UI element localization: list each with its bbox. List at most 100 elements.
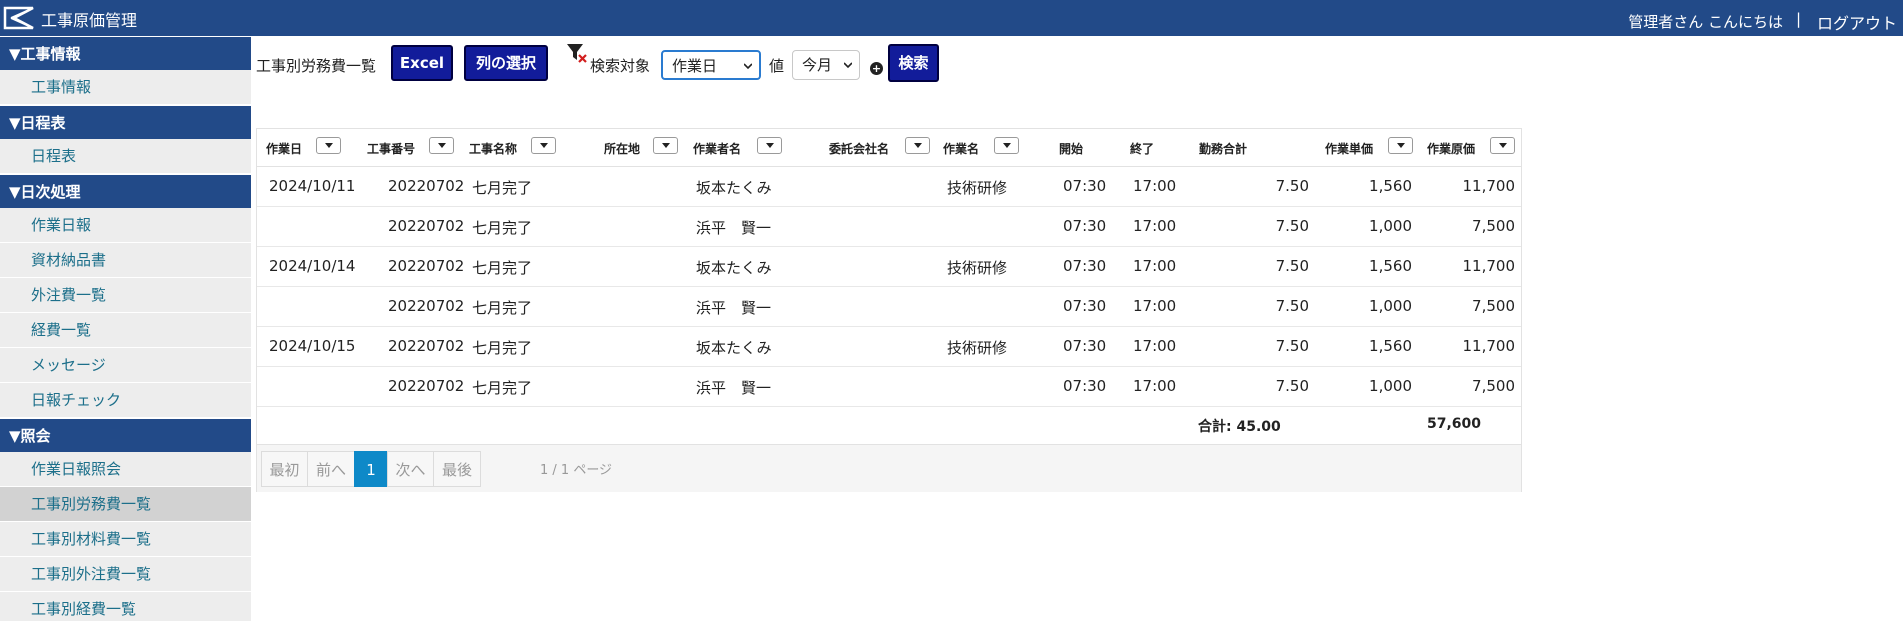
cell-worker: 浜平 賢一 [696,299,772,317]
cell-hours: 7.50 [1275,257,1309,275]
app-title: 工事原価管理 [41,11,138,30]
sidebar-section-daily-processing[interactable]: ▼日次処理 [0,174,251,208]
table-row[interactable]: 2024/10/14 20220702 七月完了 坂本たくみ 技術研修 07:3… [257,247,1521,287]
column-header-location[interactable]: 所在地 [604,140,640,157]
sidebar-item-material-delivery[interactable]: 資材納品書 [0,243,251,278]
sidebar-item-construction-info[interactable]: 工事情報 [0,70,251,105]
cell-end: 17:00 [1133,297,1177,315]
table-row[interactable]: 20220702 七月完了 浜平 賢一 07:30 17:00 7.50 1,0… [257,367,1521,407]
sidebar-item-report-check[interactable]: 日報チェック [0,383,251,418]
sidebar-item-expense-cost-list[interactable]: 工事別経費一覧 [0,592,251,621]
column-header-unit-price[interactable]: 作業単価 [1325,140,1373,157]
column-filter-button[interactable] [531,137,556,154]
cell-unit-price: 1,000 [1369,297,1412,315]
sidebar-item-material-cost-list[interactable]: 工事別材料費一覧 [0,522,251,557]
column-header-date[interactable]: 作業日 [266,140,302,157]
column-filter-button[interactable] [994,137,1019,154]
column-filter-button[interactable] [905,137,930,154]
table-row[interactable]: 2024/10/11 20220702 七月完了 坂本たくみ 技術研修 07:3… [257,167,1521,207]
cell-worker: 浜平 賢一 [696,219,772,237]
column-header-company[interactable]: 委託会社名 [829,140,889,157]
cell-task: 技術研修 [947,259,1008,277]
cell-hours: 7.50 [1275,337,1309,355]
column-filter-button[interactable] [757,137,782,154]
cell-project-name: 七月完了 [472,339,533,357]
excel-export-button[interactable]: Excel [391,45,453,81]
pager-prev-button[interactable]: 前へ [307,451,355,487]
search-button[interactable]: 検索 [888,44,939,82]
sidebar-section-construction-info[interactable]: ▼工事情報 [0,36,251,70]
sidebar-item-daily-report[interactable]: 作業日報 [0,208,251,243]
column-header-start[interactable]: 開始 [1059,140,1083,157]
sidebar-item-expense-list[interactable]: 経費一覧 [0,313,251,348]
total-hours: 合計: 45.00 [1198,419,1281,435]
table-row[interactable]: 2024/10/15 20220702 七月完了 坂本たくみ 技術研修 07:3… [257,327,1521,367]
column-header-worker[interactable]: 作業者名 [693,140,741,157]
cell-cost: 7,500 [1472,217,1515,235]
add-condition-icon[interactable]: + [870,62,883,75]
pager-info: 1 / 1 ページ [540,463,613,478]
chevron-down-icon [844,62,852,69]
column-header-end[interactable]: 終了 [1130,140,1154,157]
cell-hours: 7.50 [1275,217,1309,235]
cell-project-name: 七月完了 [472,299,533,317]
cell-end: 17:00 [1133,257,1177,275]
cell-worker: 坂本たくみ [696,259,772,277]
cell-project-name: 七月完了 [472,179,533,197]
cell-worker: 坂本たくみ [696,179,772,197]
cell-date: 2024/10/14 [269,257,356,275]
column-header-cost[interactable]: 作業原価 [1427,140,1475,157]
pager-last-button[interactable]: 最後 [433,451,481,487]
cell-hours: 7.50 [1275,297,1309,315]
cell-project-no: 20220702 [388,257,465,275]
column-filter-button[interactable] [1490,137,1515,154]
column-filter-button[interactable] [429,137,454,154]
cell-cost: 11,700 [1462,257,1516,275]
pager-next-button[interactable]: 次へ [387,451,434,487]
logout-link[interactable]: ログアウト [1817,10,1897,34]
user-greeting: 管理者さん こんにちは [1628,13,1783,31]
cell-end: 17:00 [1133,177,1177,195]
search-target-selected-value: 作業日 [672,57,718,75]
sidebar-item-schedule[interactable]: 日程表 [0,139,251,174]
cell-task: 技術研修 [947,339,1008,357]
value-select[interactable]: 今月 [792,50,860,80]
cell-hours: 7.50 [1275,177,1309,195]
value-label: 値 [769,57,785,75]
pager-first-button[interactable]: 最初 [261,451,308,487]
column-header-project-no[interactable]: 工事番号 [367,140,415,157]
sidebar-section-schedule[interactable]: ▼日程表 [0,105,251,139]
cell-project-name: 七月完了 [472,219,533,237]
column-filter-button[interactable] [316,137,341,154]
cell-task: 技術研修 [947,179,1008,197]
total-cost: 57,600 [1427,416,1482,432]
column-header-project-name[interactable]: 工事名称 [469,140,517,157]
sidebar-item-messages[interactable]: メッセージ [0,348,251,383]
sidebar-item-outsourcing-cost-list[interactable]: 工事別外注費一覧 [0,557,251,592]
column-filter-button[interactable] [653,137,678,154]
cell-start: 07:30 [1063,217,1107,235]
sidebar-item-daily-report-inquiry[interactable]: 作業日報照会 [0,452,251,487]
cell-worker: 坂本たくみ [696,339,772,357]
column-header-total-hours[interactable]: 勤務合計 [1199,140,1247,157]
sidebar-item-labor-cost-list[interactable]: 工事別労務費一覧 [0,487,251,522]
table-row[interactable]: 20220702 七月完了 浜平 賢一 07:30 17:00 7.50 1,0… [257,287,1521,327]
filter-clear-icon[interactable] [566,42,588,64]
sidebar-section-inquiry[interactable]: ▼照会 [0,418,251,452]
cell-unit-price: 1,560 [1369,257,1412,275]
cell-project-no: 20220702 [388,177,465,195]
cell-cost: 7,500 [1472,297,1515,315]
cell-end: 17:00 [1133,217,1177,235]
cell-project-no: 20220702 [388,217,465,235]
cell-start: 07:30 [1063,257,1107,275]
search-target-label: 検索対象 [590,57,651,75]
column-select-button[interactable]: 列の選択 [464,45,548,81]
search-target-select[interactable]: 作業日 [661,50,761,80]
pager-current-page[interactable]: 1 [354,451,388,487]
cell-project-no: 20220702 [388,297,465,315]
column-filter-button[interactable] [1388,137,1413,154]
cell-worker: 浜平 賢一 [696,379,772,397]
table-row[interactable]: 20220702 七月完了 浜平 賢一 07:30 17:00 7.50 1,0… [257,207,1521,247]
sidebar-item-outsourcing-list[interactable]: 外注費一覧 [0,278,251,313]
column-header-task[interactable]: 作業名 [943,140,979,157]
